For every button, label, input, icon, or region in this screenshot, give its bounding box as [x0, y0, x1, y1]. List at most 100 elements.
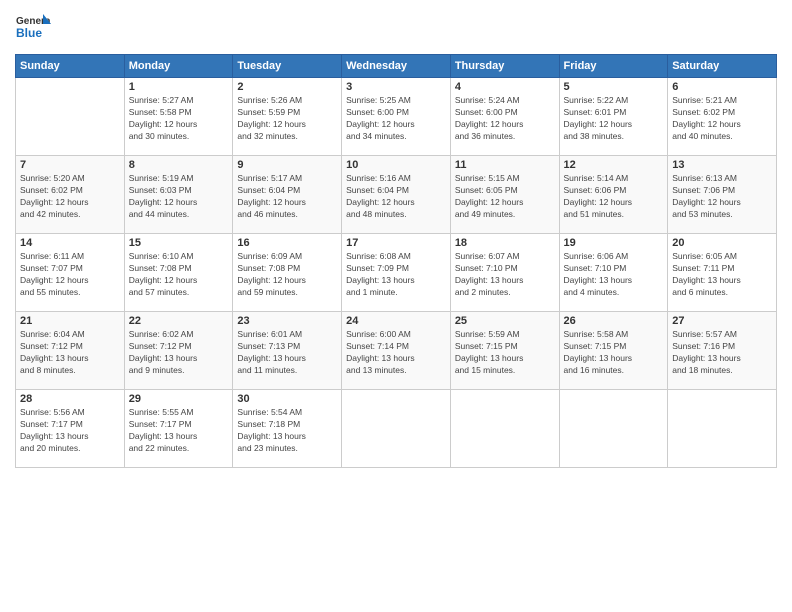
calendar-day-cell: 24 Sunrise: 6:00 AM Sunset: 7:14 PM Dayli…	[342, 312, 451, 390]
calendar-day-cell: 15 Sunrise: 6:10 AM Sunset: 7:08 PM Dayli…	[124, 234, 233, 312]
day-info: Sunrise: 5:16 AM Sunset: 6:04 PM Dayligh…	[346, 173, 446, 221]
calendar-day-cell: 25 Sunrise: 5:59 AM Sunset: 7:15 PM Dayli…	[450, 312, 559, 390]
calendar-day-cell: 11 Sunrise: 5:15 AM Sunset: 6:05 PM Dayli…	[450, 156, 559, 234]
calendar-day-cell: 5 Sunrise: 5:22 AM Sunset: 6:01 PM Daylig…	[559, 78, 668, 156]
calendar-col-header: Wednesday	[342, 55, 451, 78]
day-number: 30	[237, 393, 337, 405]
day-number: 16	[237, 237, 337, 249]
day-number: 17	[346, 237, 446, 249]
calendar-day-cell: 28Sunrise: 5:56 AM Sunset: 7:17 PM Dayli…	[16, 390, 125, 468]
day-info: Sunrise: 5:22 AM Sunset: 6:01 PM Dayligh…	[564, 95, 664, 143]
day-info: Sunrise: 5:26 AM Sunset: 5:59 PM Dayligh…	[237, 95, 337, 143]
day-info: Sunrise: 6:06 AM Sunset: 7:10 PM Dayligh…	[564, 251, 664, 299]
calendar-day-cell: 29 Sunrise: 5:55 AM Sunset: 7:17 PM Dayli…	[124, 390, 233, 468]
day-number: 4	[455, 81, 555, 93]
calendar-day-cell: 10Sunrise: 5:16 AM Sunset: 6:04 PM Dayli…	[342, 156, 451, 234]
calendar-week-row: 28Sunrise: 5:56 AM Sunset: 7:17 PM Dayli…	[16, 390, 777, 468]
day-number: 21	[20, 315, 120, 327]
calendar-day-cell: 14 Sunrise: 6:11 AM Sunset: 7:07 PM Dayli…	[16, 234, 125, 312]
day-info: Sunrise: 6:00 AM Sunset: 7:14 PM Dayligh…	[346, 329, 446, 377]
logo: General Blue	[15, 10, 51, 46]
day-info: Sunrise: 5:57 AM Sunset: 7:16 PM Dayligh…	[672, 329, 772, 377]
day-number: 1	[129, 81, 229, 93]
day-number: 27	[672, 315, 772, 327]
day-number: 20	[672, 237, 772, 249]
day-number: 18	[455, 237, 555, 249]
calendar-col-header: Sunday	[16, 55, 125, 78]
calendar-day-cell	[668, 390, 777, 468]
calendar-day-cell: 2 Sunrise: 5:26 AM Sunset: 5:59 PM Daylig…	[233, 78, 342, 156]
calendar-col-header: Monday	[124, 55, 233, 78]
day-info: Sunrise: 5:25 AM Sunset: 6:00 PM Dayligh…	[346, 95, 446, 143]
day-number: 7	[20, 159, 120, 171]
logo-svg: General Blue	[15, 10, 51, 46]
calendar-day-cell: 13 Sunrise: 6:13 AM Sunset: 7:06 PM Dayli…	[668, 156, 777, 234]
day-number: 2	[237, 81, 337, 93]
day-number: 25	[455, 315, 555, 327]
calendar-day-cell	[16, 78, 125, 156]
day-info: Sunrise: 5:14 AM Sunset: 6:06 PM Dayligh…	[564, 173, 664, 221]
day-number: 26	[564, 315, 664, 327]
day-info: Sunrise: 5:58 AM Sunset: 7:15 PM Dayligh…	[564, 329, 664, 377]
day-info: Sunrise: 6:02 AM Sunset: 7:12 PM Dayligh…	[129, 329, 229, 377]
calendar-day-cell: 17 Sunrise: 6:08 AM Sunset: 7:09 PM Dayli…	[342, 234, 451, 312]
calendar-day-cell: 30 Sunrise: 5:54 AM Sunset: 7:18 PM Dayli…	[233, 390, 342, 468]
day-number: 11	[455, 159, 555, 171]
day-info: Sunrise: 5:21 AM Sunset: 6:02 PM Dayligh…	[672, 95, 772, 143]
calendar-day-cell: 22 Sunrise: 6:02 AM Sunset: 7:12 PM Dayli…	[124, 312, 233, 390]
day-number: 24	[346, 315, 446, 327]
calendar-body: 1 Sunrise: 5:27 AM Sunset: 5:58 PM Daylig…	[16, 78, 777, 468]
day-info: Sunrise: 6:01 AM Sunset: 7:13 PM Dayligh…	[237, 329, 337, 377]
day-info: Sunrise: 5:17 AM Sunset: 6:04 PM Dayligh…	[237, 173, 337, 221]
day-number: 22	[129, 315, 229, 327]
day-info: Sunrise: 6:08 AM Sunset: 7:09 PM Dayligh…	[346, 251, 446, 299]
day-number: 23	[237, 315, 337, 327]
calendar-day-cell: 16 Sunrise: 6:09 AM Sunset: 7:08 PM Dayli…	[233, 234, 342, 312]
day-info: Sunrise: 5:27 AM Sunset: 5:58 PM Dayligh…	[129, 95, 229, 143]
day-number: 6	[672, 81, 772, 93]
calendar-day-cell: 21 Sunrise: 6:04 AM Sunset: 7:12 PM Dayli…	[16, 312, 125, 390]
calendar-day-cell: 23 Sunrise: 6:01 AM Sunset: 7:13 PM Dayli…	[233, 312, 342, 390]
day-info: Sunrise: 6:07 AM Sunset: 7:10 PM Dayligh…	[455, 251, 555, 299]
day-number: 5	[564, 81, 664, 93]
day-info: Sunrise: 5:59 AM Sunset: 7:15 PM Dayligh…	[455, 329, 555, 377]
calendar-col-header: Friday	[559, 55, 668, 78]
day-info: Sunrise: 6:13 AM Sunset: 7:06 PM Dayligh…	[672, 173, 772, 221]
calendar-day-cell: 8Sunrise: 5:19 AM Sunset: 6:03 PM Daylig…	[124, 156, 233, 234]
day-info: Sunrise: 5:19 AM Sunset: 6:03 PM Dayligh…	[129, 173, 229, 221]
day-number: 15	[129, 237, 229, 249]
calendar-week-row: 7 Sunrise: 5:20 AM Sunset: 6:02 PM Daylig…	[16, 156, 777, 234]
day-info: Sunrise: 6:04 AM Sunset: 7:12 PM Dayligh…	[20, 329, 120, 377]
day-info: Sunrise: 6:11 AM Sunset: 7:07 PM Dayligh…	[20, 251, 120, 299]
calendar-week-row: 21 Sunrise: 6:04 AM Sunset: 7:12 PM Dayli…	[16, 312, 777, 390]
day-number: 9	[237, 159, 337, 171]
calendar-day-cell: 18 Sunrise: 6:07 AM Sunset: 7:10 PM Dayli…	[450, 234, 559, 312]
calendar-day-cell: 4 Sunrise: 5:24 AM Sunset: 6:00 PM Daylig…	[450, 78, 559, 156]
day-number: 13	[672, 159, 772, 171]
day-info: Sunrise: 5:24 AM Sunset: 6:00 PM Dayligh…	[455, 95, 555, 143]
calendar-table: SundayMondayTuesdayWednesdayThursdayFrid…	[15, 54, 777, 468]
day-number: 12	[564, 159, 664, 171]
calendar-week-row: 14 Sunrise: 6:11 AM Sunset: 7:07 PM Dayli…	[16, 234, 777, 312]
day-info: Sunrise: 6:09 AM Sunset: 7:08 PM Dayligh…	[237, 251, 337, 299]
day-number: 28	[20, 393, 120, 405]
calendar-header-row: SundayMondayTuesdayWednesdayThursdayFrid…	[16, 55, 777, 78]
day-info: Sunrise: 5:20 AM Sunset: 6:02 PM Dayligh…	[20, 173, 120, 221]
calendar-day-cell: 1 Sunrise: 5:27 AM Sunset: 5:58 PM Daylig…	[124, 78, 233, 156]
calendar-week-row: 1 Sunrise: 5:27 AM Sunset: 5:58 PM Daylig…	[16, 78, 777, 156]
calendar-day-cell: 20 Sunrise: 6:05 AM Sunset: 7:11 PM Dayli…	[668, 234, 777, 312]
calendar-day-cell: 9 Sunrise: 5:17 AM Sunset: 6:04 PM Daylig…	[233, 156, 342, 234]
day-info: Sunrise: 6:10 AM Sunset: 7:08 PM Dayligh…	[129, 251, 229, 299]
day-number: 29	[129, 393, 229, 405]
calendar-day-cell	[559, 390, 668, 468]
day-info: Sunrise: 5:54 AM Sunset: 7:18 PM Dayligh…	[237, 407, 337, 455]
svg-text:Blue: Blue	[16, 26, 42, 40]
calendar-day-cell: 27 Sunrise: 5:57 AM Sunset: 7:16 PM Dayli…	[668, 312, 777, 390]
day-number: 14	[20, 237, 120, 249]
calendar-day-cell	[450, 390, 559, 468]
day-info: Sunrise: 5:15 AM Sunset: 6:05 PM Dayligh…	[455, 173, 555, 221]
day-info: Sunrise: 6:05 AM Sunset: 7:11 PM Dayligh…	[672, 251, 772, 299]
day-info: Sunrise: 5:55 AM Sunset: 7:17 PM Dayligh…	[129, 407, 229, 455]
calendar-day-cell: 12 Sunrise: 5:14 AM Sunset: 6:06 PM Dayli…	[559, 156, 668, 234]
calendar-col-header: Tuesday	[233, 55, 342, 78]
